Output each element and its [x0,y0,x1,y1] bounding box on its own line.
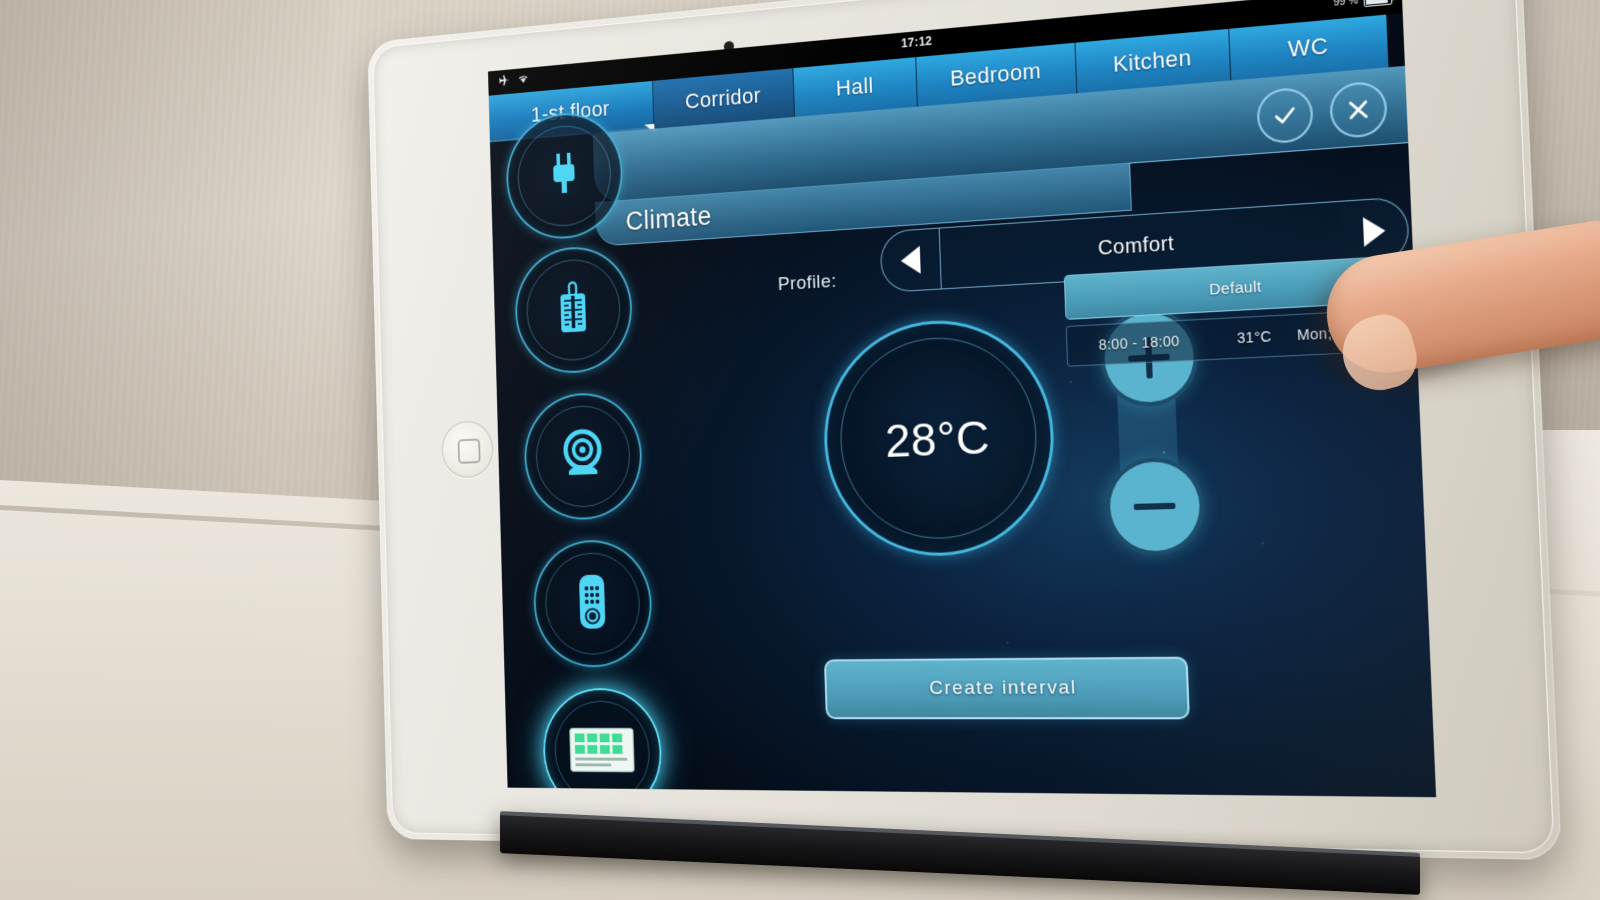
tab-kitchen-label: Kitchen [1112,44,1193,77]
tab-wc-label: WC [1287,32,1329,63]
camera-icon [557,427,608,485]
rail-item-climate[interactable] [513,243,634,376]
thermometer-icon [553,279,594,341]
profile-label: Profile: [777,270,837,296]
rail-item-camera[interactable] [522,390,644,522]
create-interval-button[interactable]: Create interval [823,656,1190,720]
battery-percent-label: 99 % [1333,0,1359,9]
remote-control-icon [575,572,609,635]
create-interval-label: Create interval [928,677,1078,700]
tablet-body: 17:12 99 % 1-st floor Corridor Hall Bedr… [367,0,1562,861]
close-icon [1344,95,1373,125]
profile-prev-button[interactable] [879,227,942,293]
schedule-temperature: 31°C [1236,327,1272,347]
checkmark-icon [1270,101,1299,130]
cancel-button[interactable] [1328,80,1388,140]
photo-scene: 17:12 99 % 1-st floor Corridor Hall Bedr… [0,0,1600,900]
tab-hall-label: Hall [835,72,874,101]
temperature-decrease-button[interactable] [1104,456,1206,557]
tablet-device: 17:12 99 % 1-st floor Corridor Hall Bedr… [316,0,1562,868]
rail-item-keypad[interactable] [541,687,664,798]
confirm-button[interactable] [1256,86,1314,145]
wall-shadow-left [0,0,330,560]
power-plug-icon [546,149,583,202]
rail-item-remote[interactable] [532,538,654,668]
keypad-panel-icon [569,727,635,777]
temperature-value: 28°C [884,409,991,467]
schedule-time: 8:00 - 18:00 [1098,332,1180,353]
tablet-screen: 17:12 99 % 1-st floor Corridor Hall Bedr… [488,0,1437,798]
minus-icon [1133,502,1176,511]
schedule-days: Mon;Tue;W [1296,322,1379,344]
home-button-glyph [457,438,481,464]
schedule-list: Default 8:00 - 18:00 31°C Mon;Tue;W [1063,254,1418,367]
device-category-rail [495,108,665,798]
panel-action-buttons [1256,80,1388,145]
arrow-right-icon [1362,215,1387,247]
tab-bedroom-label: Bedroom [949,57,1042,91]
tab-corridor-label: Corridor [684,82,762,114]
arrow-left-icon [900,245,921,275]
schedule-profile-label: Default [1208,277,1263,299]
